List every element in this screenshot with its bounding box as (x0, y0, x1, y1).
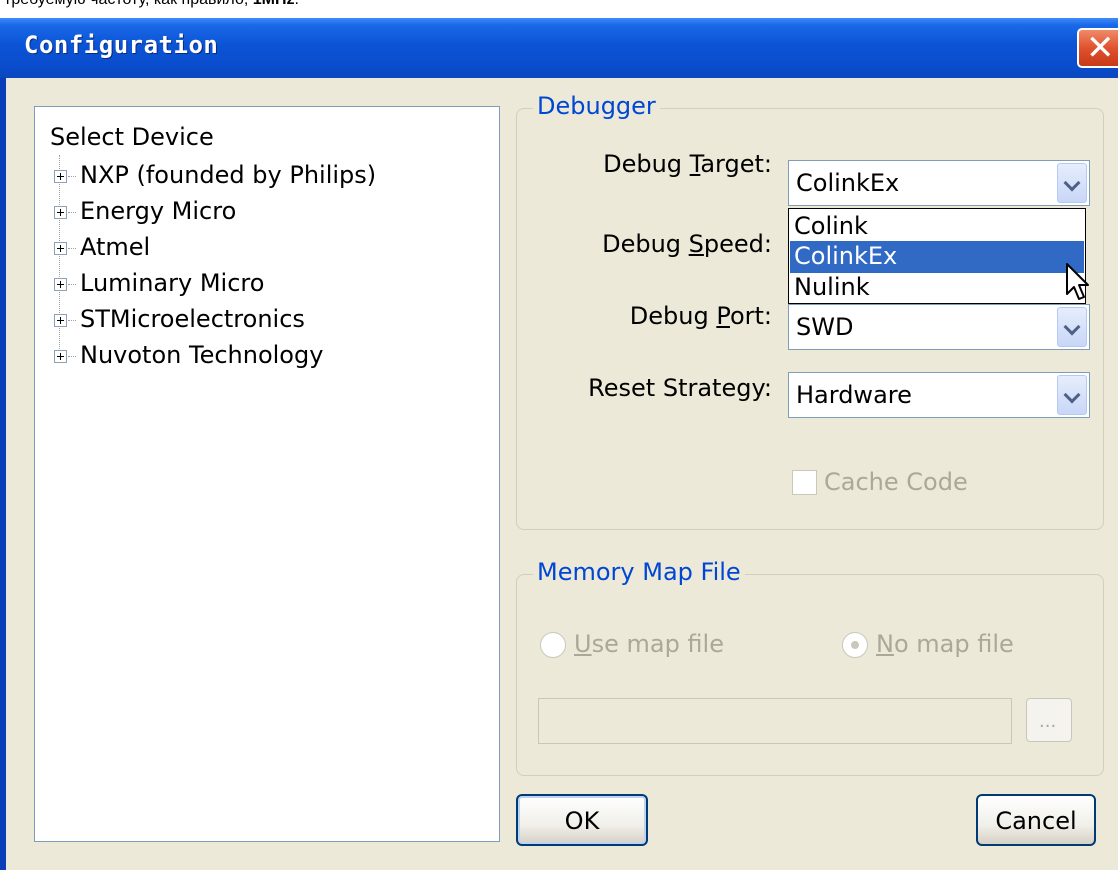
background-caption: требуемую частоту, как правило, 1MHz. (0, 0, 1118, 20)
ok-button[interactable]: OK (516, 794, 648, 846)
use-map-file-label: Use map file (574, 630, 724, 658)
configuration-dialog: Configuration ✕ Select Device NXP (found… (0, 18, 1118, 870)
device-tree[interactable]: Select Device NXP (founded by Philips) E… (34, 106, 500, 842)
expand-icon[interactable] (54, 350, 67, 363)
tree-item-stmicroelectronics[interactable]: STMicroelectronics (35, 303, 499, 339)
mouse-cursor-icon (1066, 263, 1089, 300)
dialog-body: Select Device NXP (founded by Philips) E… (6, 78, 1118, 870)
expand-icon[interactable] (54, 278, 67, 291)
window-title: Configuration (24, 31, 219, 59)
debug-port-select[interactable]: SWD (788, 304, 1090, 350)
tree-item-atmel[interactable]: Atmel (35, 231, 499, 267)
close-button[interactable]: ✕ (1077, 28, 1118, 68)
tree-item-label: NXP (founded by Philips) (80, 161, 377, 189)
chevron-down-icon[interactable] (1057, 163, 1087, 203)
debug-target-select[interactable]: ColinkEx (788, 160, 1090, 206)
use-map-file-radio[interactable] (540, 632, 566, 658)
debug-target-value: ColinkEx (796, 169, 900, 197)
title-bar[interactable]: Configuration ✕ (0, 18, 1118, 78)
tree-item-energy-micro[interactable]: Energy Micro (35, 195, 499, 231)
no-map-file-radio[interactable] (842, 632, 868, 658)
reset-strategy-value: Hardware (796, 381, 912, 409)
browse-button[interactable]: ... (1026, 698, 1072, 742)
cancel-button[interactable]: Cancel (976, 794, 1096, 846)
caption-text: требуемую частоту, как правило, 1MHz. (4, 0, 299, 9)
debugger-group-title: Debugger (533, 92, 660, 120)
debug-speed-label: Debug Speed: (602, 230, 772, 258)
tree-item-label: Energy Micro (80, 197, 237, 225)
expand-icon[interactable] (54, 170, 67, 183)
tree-item-luminary-micro[interactable]: Luminary Micro (35, 267, 499, 303)
no-map-file-label: No map file (876, 630, 1014, 658)
browse-label: ... (1039, 711, 1057, 732)
tree-item-nxp[interactable]: NXP (founded by Philips) (35, 159, 499, 195)
tree-item-nuvoton[interactable]: Nuvoton Technology (35, 339, 499, 375)
debug-target-dropdown-list[interactable]: Colink ColinkEx Nulink (788, 208, 1086, 304)
tree-item-label: Luminary Micro (80, 269, 265, 297)
cache-code-checkbox[interactable] (792, 470, 817, 495)
tree-root-label[interactable]: Select Device (50, 123, 214, 151)
expand-icon[interactable] (54, 314, 67, 327)
chevron-down-icon[interactable] (1057, 375, 1087, 415)
chevron-down-icon[interactable] (1057, 307, 1087, 347)
debug-port-value: SWD (796, 313, 854, 341)
reset-strategy-label: Reset Strategy: (588, 374, 772, 402)
map-file-path-input[interactable] (538, 698, 1012, 744)
dropdown-option-colinkex[interactable]: ColinkEx (790, 241, 1084, 273)
debug-port-label: Debug Port: (629, 302, 772, 330)
expand-icon[interactable] (54, 242, 67, 255)
tree-item-label: Atmel (80, 233, 151, 261)
dropdown-option-nulink[interactable]: Nulink (790, 272, 1084, 304)
close-icon: ✕ (1086, 28, 1115, 68)
reset-strategy-select[interactable]: Hardware (788, 372, 1090, 418)
expand-icon[interactable] (54, 206, 67, 219)
debug-target-label: Debug Target: (603, 150, 772, 178)
dropdown-option-colink[interactable]: Colink (790, 211, 1084, 243)
memory-map-group-title: Memory Map File (533, 558, 745, 586)
tree-item-label: STMicroelectronics (80, 305, 305, 333)
memory-map-group: Memory Map File (516, 558, 1104, 776)
tree-item-label: Nuvoton Technology (80, 341, 324, 369)
cache-code-label: Cache Code (824, 468, 968, 496)
